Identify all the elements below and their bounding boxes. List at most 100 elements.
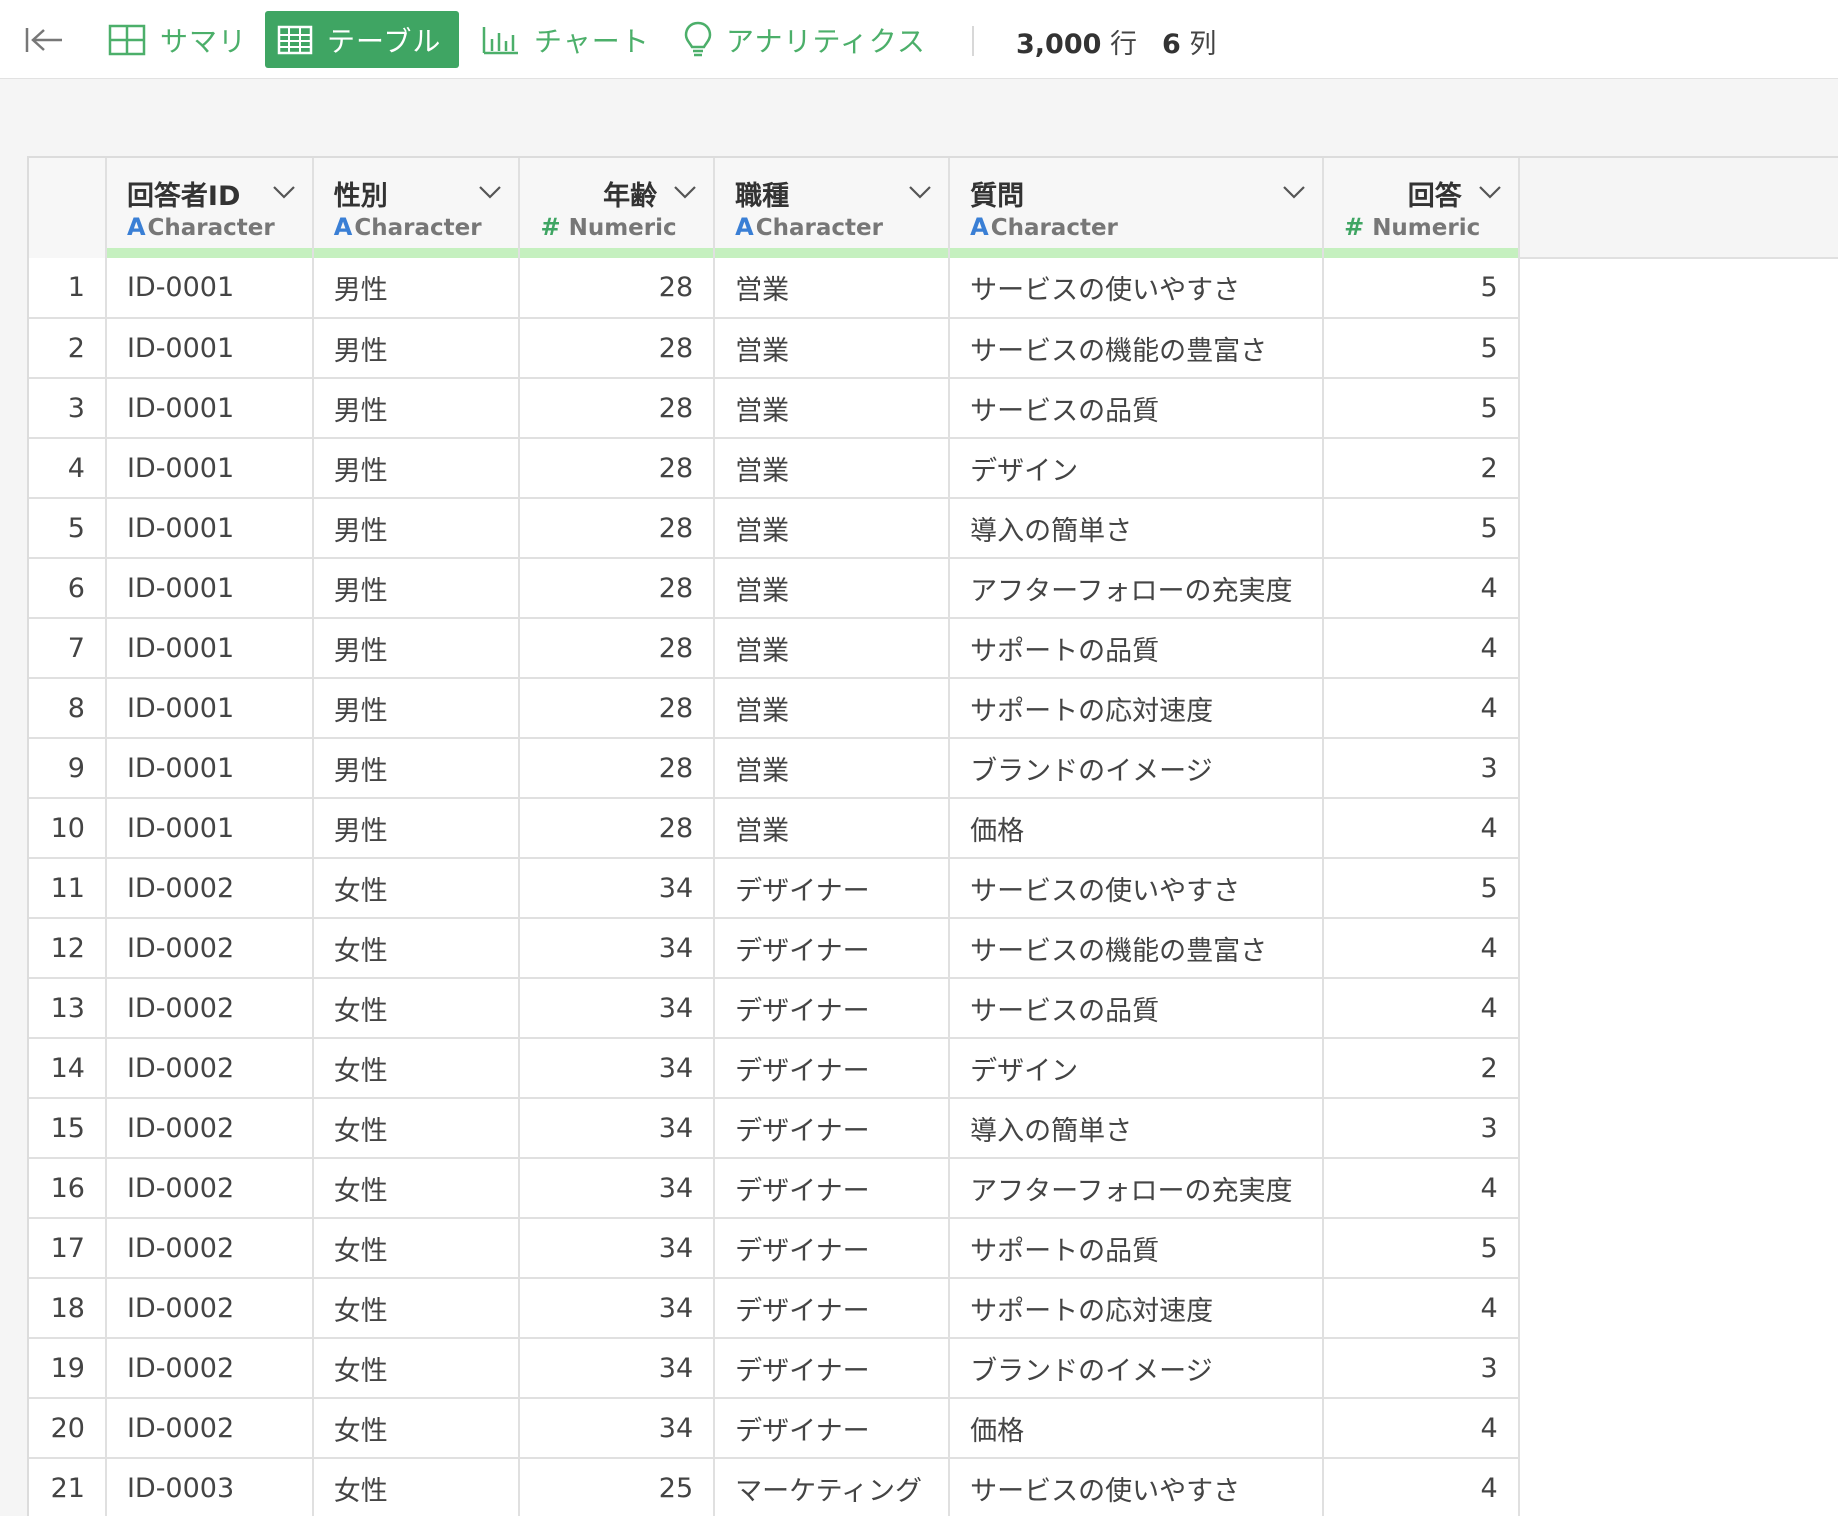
table-cell[interactable]: マーケティング bbox=[714, 1458, 951, 1516]
table-cell[interactable]: 28 bbox=[519, 738, 716, 799]
table-cell[interactable]: ID-0003 bbox=[105, 1458, 314, 1516]
table-cell[interactable]: 男性 bbox=[312, 378, 521, 439]
table-cell[interactable]: サポートの応対速度 bbox=[949, 678, 1325, 739]
column-header-5[interactable]: 回答 # Numeric bbox=[1323, 158, 1520, 258]
table-cell[interactable]: デザイナー bbox=[714, 1218, 951, 1279]
table-cell[interactable]: ID-0002 bbox=[105, 1098, 314, 1159]
table-cell[interactable]: 4 bbox=[1323, 918, 1520, 979]
table-cell[interactable]: サービスの使いやすさ bbox=[949, 258, 1325, 319]
table-cell[interactable]: 男性 bbox=[312, 498, 521, 559]
table-cell[interactable]: 女性 bbox=[312, 1038, 521, 1099]
table-cell[interactable]: ブランドのイメージ bbox=[949, 1338, 1325, 1399]
table-cell[interactable]: サービスの品質 bbox=[949, 978, 1325, 1039]
table-cell[interactable]: 4 bbox=[1323, 678, 1520, 739]
table-cell[interactable]: デザイナー bbox=[714, 1158, 951, 1219]
table-cell[interactable]: 営業 bbox=[714, 378, 951, 439]
table-cell[interactable]: ID-0001 bbox=[105, 498, 314, 559]
table-cell[interactable]: 28 bbox=[519, 618, 716, 679]
table-cell[interactable]: 34 bbox=[519, 1158, 716, 1219]
table-cell[interactable]: デザイナー bbox=[714, 1098, 951, 1159]
table-cell[interactable]: ID-0001 bbox=[105, 558, 314, 619]
table-cell[interactable]: 導入の簡単さ bbox=[949, 498, 1325, 559]
table-cell[interactable]: 2 bbox=[1323, 1038, 1520, 1099]
table-cell[interactable]: 営業 bbox=[714, 618, 951, 679]
table-cell[interactable]: 男性 bbox=[312, 558, 521, 619]
table-cell[interactable]: 28 bbox=[519, 558, 716, 619]
table-cell[interactable]: 34 bbox=[519, 1338, 716, 1399]
table-cell[interactable]: 28 bbox=[519, 498, 716, 559]
table-cell[interactable]: 女性 bbox=[312, 1338, 521, 1399]
table-cell[interactable]: 34 bbox=[519, 1038, 716, 1099]
table-cell[interactable]: 28 bbox=[519, 678, 716, 739]
table-cell[interactable]: 女性 bbox=[312, 1398, 521, 1459]
table-cell[interactable]: 女性 bbox=[312, 978, 521, 1039]
table-cell[interactable]: 女性 bbox=[312, 858, 521, 919]
table-cell[interactable]: ID-0002 bbox=[105, 918, 314, 979]
table-cell[interactable]: 営業 bbox=[714, 318, 951, 379]
table-cell[interactable]: 3 bbox=[1323, 738, 1520, 799]
column-header-2[interactable]: 年齢 # Numeric bbox=[519, 158, 716, 258]
table-cell[interactable]: ID-0002 bbox=[105, 1218, 314, 1279]
table-cell[interactable]: 5 bbox=[1323, 258, 1520, 319]
column-header-4[interactable]: 質問 ACharacter bbox=[949, 158, 1325, 258]
table-cell[interactable]: 25 bbox=[519, 1458, 716, 1516]
table-cell[interactable]: 4 bbox=[1323, 1458, 1520, 1516]
table-cell[interactable]: ID-0001 bbox=[105, 738, 314, 799]
table-cell[interactable]: デザイナー bbox=[714, 978, 951, 1039]
table-cell[interactable]: 営業 bbox=[714, 438, 951, 499]
tab-summary[interactable]: サマリ bbox=[96, 11, 259, 68]
table-cell[interactable]: ID-0001 bbox=[105, 618, 314, 679]
table-cell[interactable]: サポートの品質 bbox=[949, 1218, 1325, 1279]
table-cell[interactable]: 2 bbox=[1323, 438, 1520, 499]
column-header-1[interactable]: 性別 ACharacter bbox=[312, 158, 521, 258]
table-cell[interactable]: 34 bbox=[519, 918, 716, 979]
table-cell[interactable]: 4 bbox=[1323, 1158, 1520, 1219]
table-cell[interactable]: 営業 bbox=[714, 678, 951, 739]
table-cell[interactable]: デザイナー bbox=[714, 1398, 951, 1459]
table-cell[interactable]: 5 bbox=[1323, 858, 1520, 919]
table-cell[interactable]: サポートの品質 bbox=[949, 618, 1325, 679]
table-cell[interactable]: デザイナー bbox=[714, 1338, 951, 1399]
table-cell[interactable]: 28 bbox=[519, 378, 716, 439]
table-cell[interactable]: サポートの応対速度 bbox=[949, 1278, 1325, 1339]
table-cell[interactable]: サービスの機能の豊富さ bbox=[949, 318, 1325, 379]
table-cell[interactable]: ID-0001 bbox=[105, 378, 314, 439]
table-cell[interactable]: 4 bbox=[1323, 558, 1520, 619]
table-cell[interactable]: 4 bbox=[1323, 978, 1520, 1039]
table-cell[interactable]: デザイン bbox=[949, 438, 1325, 499]
table-cell[interactable]: 男性 bbox=[312, 318, 521, 379]
table-cell[interactable]: 男性 bbox=[312, 258, 521, 319]
table-cell[interactable]: 女性 bbox=[312, 918, 521, 979]
table-cell[interactable]: 男性 bbox=[312, 618, 521, 679]
column-header-0[interactable]: 回答者ID ACharacter bbox=[105, 158, 314, 258]
table-cell[interactable]: 28 bbox=[519, 258, 716, 319]
table-cell[interactable]: ID-0001 bbox=[105, 678, 314, 739]
table-cell[interactable]: 34 bbox=[519, 858, 716, 919]
table-cell[interactable]: ID-0002 bbox=[105, 1338, 314, 1399]
table-cell[interactable]: 価格 bbox=[949, 1398, 1325, 1459]
table-cell[interactable]: 4 bbox=[1323, 798, 1520, 859]
table-cell[interactable]: 導入の簡単さ bbox=[949, 1098, 1325, 1159]
table-cell[interactable]: サービスの品質 bbox=[949, 378, 1325, 439]
table-cell[interactable]: 男性 bbox=[312, 438, 521, 499]
table-cell[interactable]: デザイン bbox=[949, 1038, 1325, 1099]
tab-analytics[interactable]: アナリティクス bbox=[672, 11, 938, 68]
table-cell[interactable]: 34 bbox=[519, 1278, 716, 1339]
table-cell[interactable]: サービスの機能の豊富さ bbox=[949, 918, 1325, 979]
column-header-3[interactable]: 職種 ACharacter bbox=[714, 158, 951, 258]
table-cell[interactable]: 営業 bbox=[714, 798, 951, 859]
table-cell[interactable]: 営業 bbox=[714, 738, 951, 799]
table-cell[interactable]: 4 bbox=[1323, 618, 1520, 679]
table-cell[interactable]: 3 bbox=[1323, 1098, 1520, 1159]
chevron-down-icon[interactable] bbox=[1478, 184, 1502, 200]
table-cell[interactable]: デザイナー bbox=[714, 858, 951, 919]
table-cell[interactable]: 男性 bbox=[312, 738, 521, 799]
table-cell[interactable]: 営業 bbox=[714, 258, 951, 319]
collapse-back-button[interactable] bbox=[22, 20, 66, 60]
table-cell[interactable]: 5 bbox=[1323, 318, 1520, 379]
table-cell[interactable]: 価格 bbox=[949, 798, 1325, 859]
table-cell[interactable]: ID-0002 bbox=[105, 1158, 314, 1219]
table-cell[interactable]: デザイナー bbox=[714, 1038, 951, 1099]
table-cell[interactable]: 男性 bbox=[312, 678, 521, 739]
table-cell[interactable]: ID-0002 bbox=[105, 978, 314, 1039]
